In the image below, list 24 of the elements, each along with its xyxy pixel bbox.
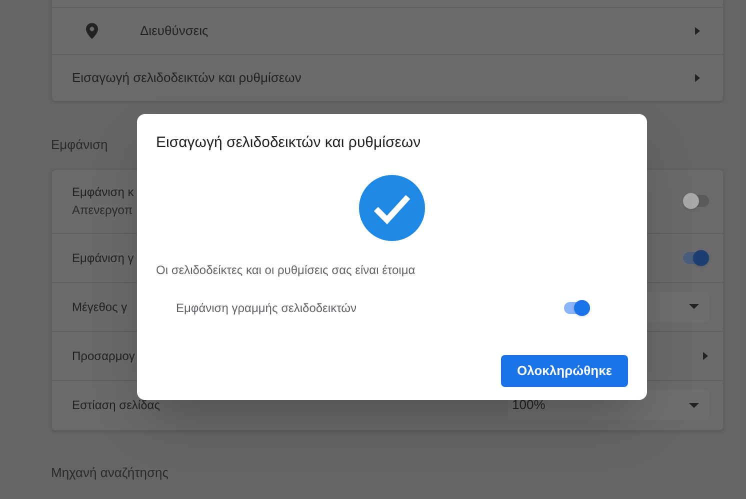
dialog-title: Εισαγωγή σελιδοδεικτών και ρυθμίσεων (156, 133, 421, 153)
section-heading: Εμφάνιση (51, 136, 108, 154)
done-button[interactable]: Ολοκληρώθηκε (501, 354, 628, 386)
dropdown-arrow-icon (689, 304, 699, 309)
import-settings-link[interactable]: Εισαγωγή σελιδοδεικτών και ρυθμίσεων (72, 68, 695, 88)
setting-label: Εμφάνιση κ (72, 185, 134, 199)
toggle-switch[interactable] (564, 300, 590, 316)
caret-icon (695, 26, 701, 36)
caret-icon (695, 73, 701, 83)
location-pin-icon (86, 23, 98, 39)
setting-label: Εστίαση σελίδας (72, 398, 160, 412)
dropdown-arrow-icon (689, 402, 699, 408)
setting-label: Μέγεθος γ (72, 300, 128, 314)
dialog-message: Οι σελιδοδείκτες και οι ρυθμίσεις σας είναι έτοιμα (156, 262, 416, 278)
caret-icon (703, 350, 709, 360)
setting-description: Απενεργοπ (72, 203, 134, 217)
setting-label: Προσαρμογ (72, 348, 135, 362)
check-circle-icon (359, 174, 425, 240)
addresses-link[interactable]: Διευθύνσεις (140, 21, 695, 41)
setting-label: Εμφάνιση γ (72, 250, 134, 264)
toggle-switch[interactable] (683, 193, 709, 209)
toggle-label: Εμφάνιση γραμμής σελιδοδεικτών (176, 300, 357, 316)
section-heading: Μηχανή αναζήτησης (51, 464, 169, 482)
toggle-switch[interactable] (683, 250, 709, 266)
